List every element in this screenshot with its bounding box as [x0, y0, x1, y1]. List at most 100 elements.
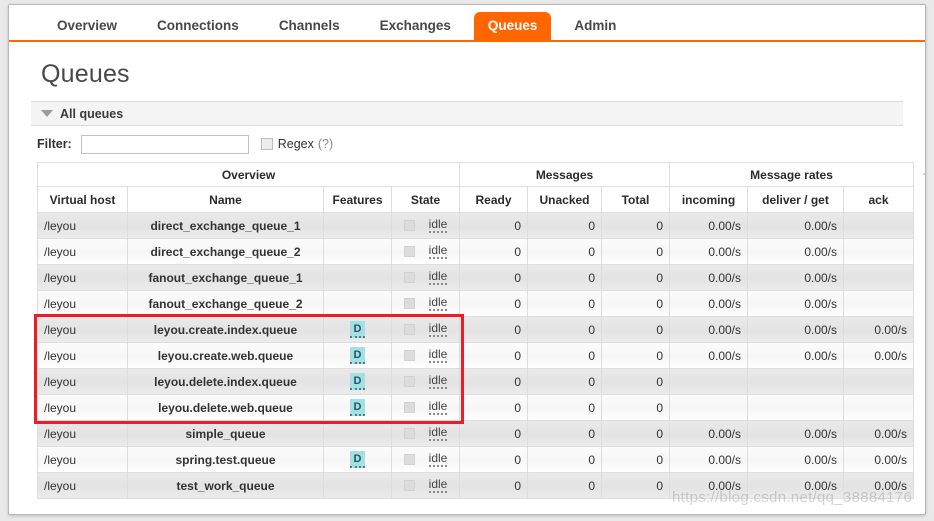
cell-queue-name[interactable]: direct_exchange_queue_2 — [127, 238, 324, 265]
column-header-ready[interactable]: Ready — [459, 186, 528, 213]
state-label[interactable]: idle — [428, 478, 448, 493]
column-header-incoming[interactable]: incoming — [669, 186, 749, 213]
cell-incoming — [669, 368, 749, 395]
state-label[interactable]: idle — [428, 400, 448, 415]
cell-ack: 0.00/s — [843, 342, 915, 369]
cell-ready: 0 — [459, 316, 528, 343]
cell-queue-name[interactable]: leyou.delete.index.queue — [127, 368, 324, 395]
all-queues-section-header[interactable]: All queues — [31, 101, 903, 126]
state-indicator-group: idle — [398, 270, 453, 285]
cell-unacked: 0 — [527, 342, 602, 369]
nav-tab-connections[interactable]: Connections — [140, 12, 256, 42]
table-row[interactable]: /leyou leyou.delete.index.queue Didle 0 0 0 — [37, 368, 915, 395]
durable-badge[interactable]: D — [349, 347, 366, 364]
regex-help-icon[interactable]: (?) — [318, 137, 333, 151]
cell-unacked: 0 — [527, 290, 602, 317]
regex-checkbox[interactable] — [260, 138, 273, 150]
column-header-row: Virtual host Name Features State Ready Unacke… — [37, 186, 915, 213]
cell-deliver-get: 0.00/s — [747, 238, 845, 265]
table-row[interactable]: /leyou test_work_queue idle 0 0 0 0.00/s 0.00/s… — [37, 472, 915, 499]
cell-queue-name[interactable]: fanout_exchange_queue_2 — [127, 290, 324, 317]
table-row[interactable]: /leyou fanout_exchange_queue_2 idle 0 0 0 0.00… — [37, 290, 915, 317]
cell-queue-name[interactable]: leyou.create.web.queue — [127, 342, 324, 369]
cell-virtual-host: /leyou — [37, 342, 128, 369]
cell-virtual-host: /leyou — [37, 316, 128, 343]
nav-tab-overview[interactable]: Overview — [40, 12, 134, 42]
cell-queue-name[interactable]: leyou.create.index.queue — [127, 316, 324, 343]
table-row[interactable]: /leyou fanout_exchange_queue_1 idle 0 0 0 0.00… — [37, 264, 915, 291]
status-square-icon — [403, 324, 415, 335]
cell-virtual-host: /leyou — [37, 290, 128, 317]
column-header-state[interactable]: State — [391, 186, 460, 213]
queues-table-head: Overview Messages Message rates Virtual ho… — [37, 162, 915, 213]
nav-tab-list: Overview Connections Channels Exchanges Queu… — [40, 5, 925, 42]
toggle-columns-link[interactable]: +/ — [923, 166, 925, 181]
column-header-unacked[interactable]: Unacked — [527, 186, 602, 213]
state-label[interactable]: idle — [428, 296, 448, 311]
cell-total: 0 — [600, 290, 671, 317]
cell-unacked: 0 — [527, 368, 602, 395]
group-header-messages: Messages — [458, 162, 671, 187]
state-label[interactable]: idle — [428, 322, 448, 337]
filter-input[interactable] — [80, 134, 249, 154]
nav-tab-exchanges[interactable]: Exchanges — [363, 12, 468, 42]
table-row[interactable]: /leyou leyou.delete.web.queue Didle 0 0 0 — [37, 394, 915, 421]
cell-features — [323, 290, 392, 317]
column-header-total[interactable]: Total — [600, 186, 671, 213]
cell-incoming: 0.00/s — [669, 420, 749, 447]
cell-deliver-get: 0.00/s — [747, 264, 845, 291]
cell-queue-name[interactable]: simple_queue — [127, 420, 324, 447]
nav-tab-admin[interactable]: Admin — [557, 12, 633, 42]
durable-badge[interactable]: D — [349, 373, 366, 390]
cell-unacked: 0 — [527, 472, 602, 499]
group-header-message-rates: Message rates — [669, 162, 915, 187]
cell-virtual-host: /leyou — [37, 264, 128, 291]
column-header-features[interactable]: Features — [323, 186, 392, 213]
page-body: Queues All queues Filter: Regex (?) +/ — [9, 60, 925, 499]
cell-state: idle — [391, 420, 460, 447]
cell-deliver-get: 0.00/s — [747, 446, 845, 473]
column-header-name[interactable]: Name — [127, 186, 324, 213]
cell-features — [323, 212, 392, 239]
cell-queue-name[interactable]: spring.test.queue — [127, 446, 324, 473]
cell-deliver-get — [747, 394, 845, 421]
cell-ready: 0 — [459, 446, 528, 473]
state-label[interactable]: idle — [428, 270, 448, 285]
cell-total: 0 — [600, 238, 671, 265]
table-row[interactable]: /leyou leyou.create.web.queue Didle 0 0 0 0.00… — [37, 342, 915, 369]
filter-label: Filter: — [37, 137, 72, 151]
cell-total: 0 — [600, 472, 671, 499]
state-label[interactable]: idle — [428, 244, 448, 259]
nav-tab-channels[interactable]: Channels — [262, 12, 357, 42]
durable-badge[interactable]: D — [349, 451, 366, 468]
table-row[interactable]: /leyou direct_exchange_queue_1 idle 0 0 0 0.00… — [37, 212, 915, 239]
durable-badge[interactable]: D — [349, 399, 366, 416]
cell-unacked: 0 — [527, 316, 602, 343]
state-label[interactable]: idle — [428, 348, 448, 363]
cell-queue-name[interactable]: leyou.delete.web.queue — [127, 394, 324, 421]
table-row[interactable]: /leyou direct_exchange_queue_2 idle 0 0 0 0.00… — [37, 238, 915, 265]
triangle-down-icon[interactable] — [41, 110, 53, 117]
state-label[interactable]: idle — [428, 218, 448, 233]
state-label[interactable]: idle — [428, 452, 448, 467]
cell-features: D — [323, 394, 392, 421]
table-row[interactable]: /leyou spring.test.queue Didle 0 0 0 0.00/s 0.0… — [37, 446, 915, 473]
cell-unacked: 0 — [527, 264, 602, 291]
table-row[interactable]: /leyou simple_queue idle 0 0 0 0.00/s 0.00/s 0.0… — [37, 420, 915, 447]
cell-queue-name[interactable]: fanout_exchange_queue_1 — [127, 264, 324, 291]
durable-badge[interactable]: D — [349, 321, 366, 338]
column-header-ack[interactable]: ack — [843, 186, 915, 213]
state-label[interactable]: idle — [428, 374, 448, 389]
cell-queue-name[interactable]: direct_exchange_queue_1 — [127, 212, 324, 239]
cell-incoming: 0.00/s — [669, 264, 749, 291]
nav-tab-queues[interactable]: Queues — [473, 12, 552, 42]
column-header-deliver-get[interactable]: deliver / get — [747, 186, 845, 213]
main-navigation: Overview Connections Channels Exchanges Queu… — [9, 5, 925, 42]
cell-incoming: 0.00/s — [669, 212, 749, 239]
table-row[interactable]: /leyou leyou.create.index.queue Didle 0 0 0 0.… — [37, 316, 915, 343]
cell-incoming: 0.00/s — [669, 342, 749, 369]
state-label[interactable]: idle — [428, 426, 448, 441]
status-square-icon — [403, 350, 415, 361]
column-header-vhost[interactable]: Virtual host — [37, 186, 128, 213]
cell-queue-name[interactable]: test_work_queue — [127, 472, 324, 499]
